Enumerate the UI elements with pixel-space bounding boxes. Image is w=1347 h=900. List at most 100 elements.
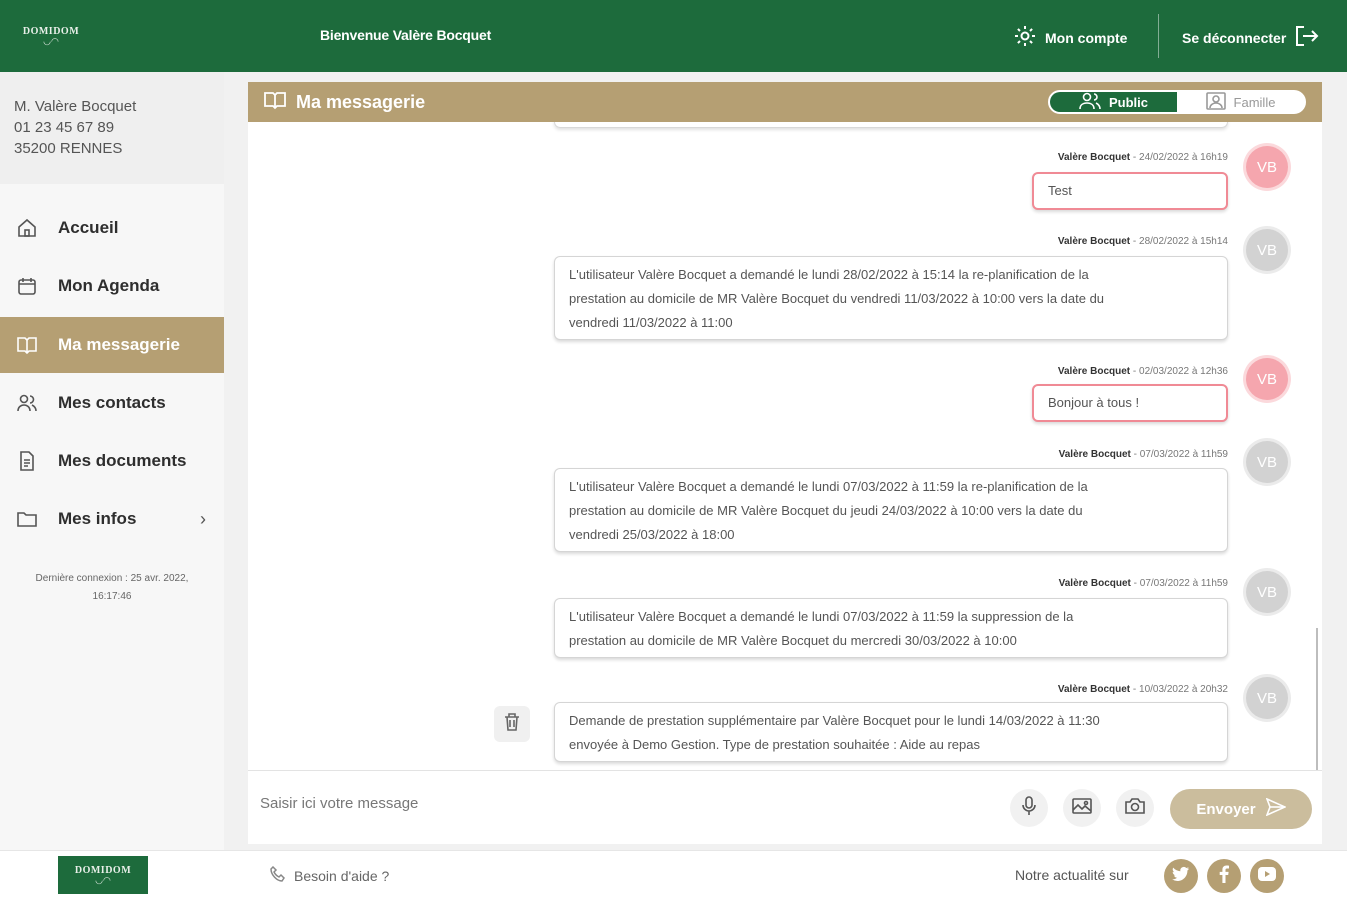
folder-icon <box>16 508 38 530</box>
avatar: VB <box>1246 441 1288 483</box>
help-label: Besoin d'aide ? <box>294 867 390 884</box>
messaging-panel: Ma messagerie Public Famille Valère Bocq… <box>248 82 1322 844</box>
family-icon <box>1205 92 1226 112</box>
message-meta: Valère Bocquet - 10/03/2022 à 20h32 <box>1057 684 1228 695</box>
message-line: prestation au domicile de MR Valère Bocq… <box>569 503 1083 518</box>
youtube-icon <box>1258 866 1276 886</box>
last-login-line2: 16:17:46 <box>92 591 132 602</box>
message-list[interactable]: Valère Bocquet - 24/02/2022 à 16h19 Test… <box>248 122 1322 770</box>
message-input[interactable] <box>260 785 1000 821</box>
welcome-text: Bienvenue Valère Bocquet <box>320 27 492 43</box>
facebook-button[interactable] <box>1207 859 1241 893</box>
delete-message-button[interactable] <box>494 706 530 742</box>
page-title: Ma messagerie <box>296 91 426 112</box>
camera-button[interactable] <box>1116 789 1154 827</box>
toggle-family[interactable]: Famille <box>1177 92 1304 112</box>
message-line: vendredi 25/03/2022 à 18:00 <box>569 527 735 542</box>
message-author: Valère Bocquet <box>1057 684 1131 695</box>
message-date: 24/02/2022 à 16h19 <box>1139 152 1228 163</box>
message-composer: Envoyer <box>248 770 1322 844</box>
message-date: 07/03/2022 à 11h59 <box>1139 449 1228 460</box>
scrollbar[interactable] <box>1316 628 1318 770</box>
message-meta: Valère Bocquet - 02/03/2022 à 12h36 <box>1057 366 1228 377</box>
message-line: L'utilisateur Valère Bocquet a demandé l… <box>569 267 1089 282</box>
domidom-logo[interactable]: DOMIDOM ◡◠ <box>22 18 80 54</box>
footer-logo[interactable]: DOMIDOM ◡◠ <box>58 856 148 894</box>
gear-icon <box>1013 24 1037 51</box>
message-author: Valère Bocquet <box>1057 152 1131 163</box>
toggle-public[interactable]: Public <box>1050 92 1177 112</box>
send-icon <box>1265 797 1287 820</box>
user-card: M. Valère Bocquet 01 23 45 67 89 35200 R… <box>0 72 224 184</box>
image-button[interactable] <box>1063 789 1101 827</box>
camera-icon <box>1125 797 1145 820</box>
sidebar-item-messagerie[interactable]: Ma messagerie <box>0 317 224 373</box>
sidebar-item-agenda[interactable]: Mon Agenda <box>0 258 224 314</box>
panel-header: Ma messagerie Public Famille <box>248 82 1322 122</box>
sidebar-item-accueil[interactable]: Accueil <box>0 200 224 256</box>
user-name: M. Valère Bocquet <box>14 98 137 115</box>
logout-button[interactable]: Se déconnecter <box>1182 24 1320 51</box>
microphone-button[interactable] <box>1010 789 1048 827</box>
avatar: VB <box>1246 229 1288 271</box>
youtube-button[interactable] <box>1250 859 1284 893</box>
logout-icon <box>1294 24 1320 51</box>
sidebar-item-label: Mes contacts <box>58 393 166 412</box>
avatar: VB <box>1246 677 1288 719</box>
document-icon <box>16 450 38 472</box>
last-login-info: Dernière connexion : 25 avr. 2022, 16:17… <box>10 570 214 606</box>
message-bubble: L'utilisateur Valère Bocquet a demandé l… <box>554 598 1228 658</box>
logout-label: Se déconnecter <box>1182 29 1287 46</box>
message-bubble: Bonjour à tous ! <box>1032 384 1228 422</box>
sidebar-item-contacts[interactable]: Mes contacts <box>0 375 224 431</box>
twitter-button[interactable] <box>1164 859 1198 893</box>
message-date: 28/02/2022 à 15h14 <box>1139 236 1228 247</box>
sidebar-item-infos[interactable]: Mes infos › <box>0 491 224 547</box>
twitter-icon <box>1172 866 1190 887</box>
sidebar: Accueil Mon Agenda Ma messagerie Mes con… <box>0 184 224 850</box>
message-line: L'utilisateur Valère Bocquet a demandé l… <box>569 479 1088 494</box>
calendar-icon <box>16 275 38 297</box>
message-author: Valère Bocquet <box>1058 578 1131 589</box>
sidebar-item-label: Mes infos <box>58 509 137 528</box>
account-label: Mon compte <box>1045 29 1128 46</box>
avatar: VB <box>1246 571 1288 613</box>
message-date: 07/03/2022 à 11h59 <box>1139 578 1228 589</box>
message-author: Valère Bocquet <box>1057 236 1131 247</box>
trash-icon <box>504 712 520 736</box>
home-icon <box>16 217 38 239</box>
avatar: VB <box>1246 146 1288 188</box>
phone-icon <box>270 865 286 885</box>
account-button[interactable]: Mon compte <box>1013 24 1127 51</box>
sidebar-item-label: Mes documents <box>58 451 187 470</box>
message-line: L'utilisateur Valère Bocquet a demandé l… <box>569 609 1074 624</box>
news-label: Notre actualité sur <box>1015 867 1129 883</box>
message-line: prestation au domicile de MR Valère Bocq… <box>569 633 1017 648</box>
message-bubble: Test <box>1032 172 1228 210</box>
sidebar-item-documents[interactable]: Mes documents <box>0 433 224 489</box>
audience-toggle: Public Famille <box>1048 90 1306 114</box>
last-login-line1: Dernière connexion : 25 avr. 2022, <box>35 573 189 584</box>
message-bubble: Demande de prestation supplémentaire par… <box>554 702 1228 762</box>
message-line: prestation au domicile de MR Valère Bocq… <box>569 291 1105 306</box>
book-icon <box>16 334 38 356</box>
message-bubble: L'utilisateur Valère Bocquet a demandé l… <box>554 256 1228 340</box>
toggle-public-label: Public <box>1108 94 1148 110</box>
message-author: Valère Bocquet <box>1057 366 1131 377</box>
send-button[interactable]: Envoyer <box>1170 789 1312 829</box>
message-line: envoyée à Demo Gestion. Type de prestati… <box>569 737 980 752</box>
chevron-right-icon: › <box>200 508 206 529</box>
help-link[interactable]: Besoin d'aide ? <box>270 865 390 885</box>
avatar: VB <box>1246 358 1288 400</box>
sidebar-item-label: Mon Agenda <box>58 276 160 295</box>
message-meta: Valère Bocquet - 28/02/2022 à 15h14 <box>1057 236 1228 247</box>
book-icon <box>264 90 286 115</box>
message-meta: Valère Bocquet - 07/03/2022 à 11h59 <box>1058 578 1228 589</box>
image-icon <box>1072 797 1092 820</box>
logo-decoration: ◡◠ <box>95 875 111 885</box>
sidebar-item-label: Accueil <box>58 218 119 237</box>
footer: DOMIDOM ◡◠ Besoin d'aide ? Notre actuali… <box>0 850 1347 900</box>
message-line: Demande de prestation supplémentaire par… <box>569 713 1100 728</box>
message-meta: Valère Bocquet - 07/03/2022 à 11h59 <box>1058 449 1228 460</box>
message-author: Valère Bocquet <box>1058 449 1131 460</box>
